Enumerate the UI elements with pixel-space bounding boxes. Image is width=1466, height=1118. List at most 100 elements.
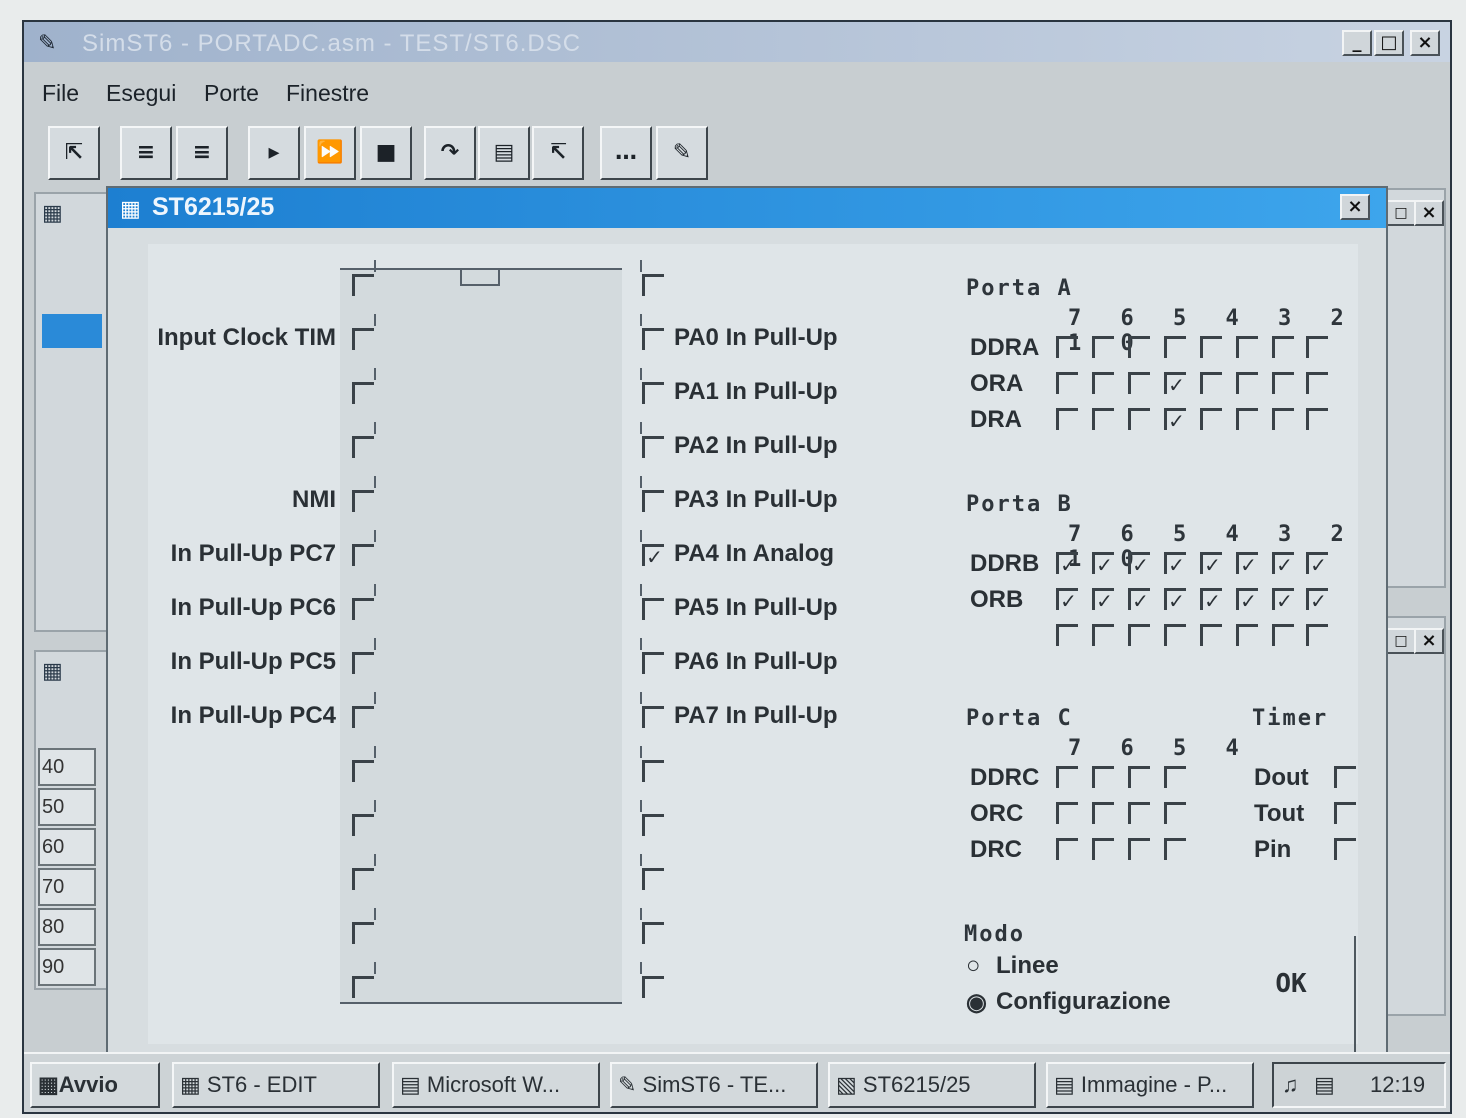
list-item[interactable]: 80 [38, 908, 96, 946]
modo-radio-0[interactable]: ○ [966, 952, 981, 980]
right-pin-checkbox[interactable] [642, 652, 664, 674]
porta_a-bit-checkbox[interactable] [1272, 372, 1294, 394]
list-item[interactable]: 60 [38, 828, 96, 866]
right-pin-checkbox[interactable] [642, 814, 664, 836]
bg-restore-button[interactable]: □ [1386, 200, 1416, 226]
porta_b-bit-checkbox[interactable] [1306, 624, 1328, 646]
network-icon[interactable]: ▤ [1314, 1064, 1335, 1106]
porta_a-bit-checkbox[interactable] [1128, 408, 1150, 430]
bg-close-button[interactable]: × [1414, 200, 1444, 226]
task-immagine[interactable]: ▤ Immagine - P... [1046, 1062, 1254, 1108]
left-pin-checkbox[interactable] [352, 436, 374, 458]
right-pin-checkbox[interactable] [642, 328, 664, 350]
porta_c-bit-checkbox[interactable] [1056, 766, 1078, 788]
porta_b-bit-checkbox[interactable]: ✓ [1056, 552, 1078, 575]
porta_a-bit-checkbox[interactable] [1128, 336, 1150, 358]
porta_a-bit-checkbox[interactable] [1272, 336, 1294, 358]
porta_b-bit-checkbox[interactable] [1272, 624, 1294, 646]
porta_b-bit-checkbox[interactable]: ✓ [1272, 588, 1294, 611]
left-pin-checkbox[interactable] [352, 922, 374, 944]
porta_b-bit-checkbox[interactable]: ✓ [1306, 552, 1328, 575]
left-pin-checkbox[interactable] [352, 382, 374, 404]
background-window-right-upper[interactable]: □ × [1380, 188, 1446, 588]
porta_b-bit-checkbox[interactable]: ✓ [1236, 552, 1258, 575]
porta_a-bit-checkbox[interactable] [1236, 336, 1258, 358]
left-pin-checkbox[interactable] [352, 868, 374, 890]
right-pin-checkbox[interactable] [642, 922, 664, 944]
list-item[interactable]: 40 [38, 748, 96, 786]
list-item[interactable]: 90 [38, 948, 96, 986]
dialog-close-button[interactable]: × [1340, 194, 1370, 220]
porta_a-bit-checkbox[interactable] [1272, 408, 1294, 430]
porta_c-bit-checkbox[interactable] [1128, 802, 1150, 824]
porta_a-bit-checkbox[interactable] [1306, 408, 1328, 430]
step-into-icon[interactable]: ≡ [120, 126, 172, 180]
run-icon[interactable]: ▸ [248, 126, 300, 180]
right-pin-checkbox[interactable] [642, 760, 664, 782]
porta_b-bit-checkbox[interactable]: ✓ [1128, 588, 1150, 611]
porta_a-bit-checkbox[interactable] [1092, 372, 1114, 394]
bg-restore-button-2[interactable]: □ [1386, 628, 1416, 654]
porta_b-bit-checkbox[interactable]: ✓ [1200, 588, 1222, 611]
break-icon[interactable]: ▤ [478, 126, 530, 180]
timer-checkbox[interactable] [1334, 766, 1356, 788]
left-pin-checkbox[interactable] [352, 598, 374, 620]
porta_b-bit-checkbox[interactable]: ✓ [1272, 552, 1294, 575]
tag-icon[interactable]: ✎ [656, 126, 708, 180]
porta_b-bit-checkbox[interactable]: ✓ [1056, 588, 1078, 611]
porta_b-bit-checkbox[interactable] [1200, 624, 1222, 646]
porta_a-bit-checkbox[interactable] [1306, 336, 1328, 358]
minimize-button[interactable]: _ [1342, 30, 1372, 56]
right-pin-checkbox[interactable] [642, 706, 664, 728]
porta_b-bit-checkbox[interactable]: ✓ [1164, 552, 1186, 575]
fast-run-icon[interactable]: ⏩ [304, 126, 356, 180]
porta_c-bit-checkbox[interactable] [1164, 838, 1186, 860]
porta_a-bit-checkbox[interactable] [1092, 336, 1114, 358]
right-pin-checkbox[interactable] [642, 868, 664, 890]
maximize-button[interactable]: □ [1374, 30, 1404, 56]
left-pin-checkbox[interactable] [352, 706, 374, 728]
porta_a-bit-checkbox[interactable] [1200, 336, 1222, 358]
porta_a-bit-checkbox[interactable]: ✓ [1164, 372, 1186, 395]
left-pin-checkbox[interactable] [352, 652, 374, 674]
timer-checkbox[interactable] [1334, 838, 1356, 860]
background-window-right-lower[interactable]: □ × [1380, 616, 1446, 1016]
left-pin-checkbox[interactable] [352, 760, 374, 782]
start-button[interactable]: ▦Avvio [30, 1062, 160, 1108]
porta_a-bit-checkbox[interactable] [1128, 372, 1150, 394]
porta_a-bit-checkbox[interactable] [1306, 372, 1328, 394]
porta_b-bit-checkbox[interactable] [1092, 624, 1114, 646]
menu-file[interactable]: File [42, 80, 79, 107]
ok-button[interactable]: OK [1228, 936, 1356, 1056]
porta_c-bit-checkbox[interactable] [1056, 838, 1078, 860]
porta_a-bit-checkbox[interactable] [1056, 372, 1078, 394]
porta_a-bit-checkbox[interactable] [1200, 408, 1222, 430]
left-pin-checkbox[interactable] [352, 544, 374, 566]
task-simst6[interactable]: ✎ SimST6 - TE... [610, 1062, 818, 1108]
porta_a-bit-checkbox[interactable] [1236, 372, 1258, 394]
left-pin-checkbox[interactable] [352, 490, 374, 512]
porta_b-bit-checkbox[interactable]: ✓ [1164, 588, 1186, 611]
porta_c-bit-checkbox[interactable] [1128, 838, 1150, 860]
right-pin-checkbox[interactable]: ✓ [642, 544, 664, 567]
bg-close-button-2[interactable]: × [1414, 628, 1444, 654]
porta_b-bit-checkbox[interactable] [1128, 624, 1150, 646]
porta_b-bit-checkbox[interactable]: ✓ [1092, 552, 1114, 575]
left-pin-checkbox[interactable] [352, 814, 374, 836]
task-word[interactable]: ▤ Microsoft W... [392, 1062, 600, 1108]
list-item[interactable]: 50 [38, 788, 96, 826]
trace-icon[interactable]: ↸ [532, 126, 584, 180]
right-pin-checkbox[interactable] [642, 976, 664, 998]
porta_b-bit-checkbox[interactable]: ✓ [1092, 588, 1114, 611]
left-pin-checkbox[interactable] [352, 976, 374, 998]
task-st6215[interactable]: ▧ ST6215/25 [828, 1062, 1036, 1108]
porta_b-bit-checkbox[interactable]: ✓ [1128, 552, 1150, 575]
porta_a-bit-checkbox[interactable] [1200, 372, 1222, 394]
right-pin-checkbox[interactable] [642, 436, 664, 458]
porta_b-bit-checkbox[interactable]: ✓ [1306, 588, 1328, 611]
task-st6-edit[interactable]: ▦ ST6 - EDIT [172, 1062, 380, 1108]
step-over-icon[interactable]: ↷ [424, 126, 476, 180]
right-pin-checkbox[interactable] [642, 382, 664, 404]
menu-esegui[interactable]: Esegui [106, 80, 176, 107]
porta_c-bit-checkbox[interactable] [1092, 802, 1114, 824]
